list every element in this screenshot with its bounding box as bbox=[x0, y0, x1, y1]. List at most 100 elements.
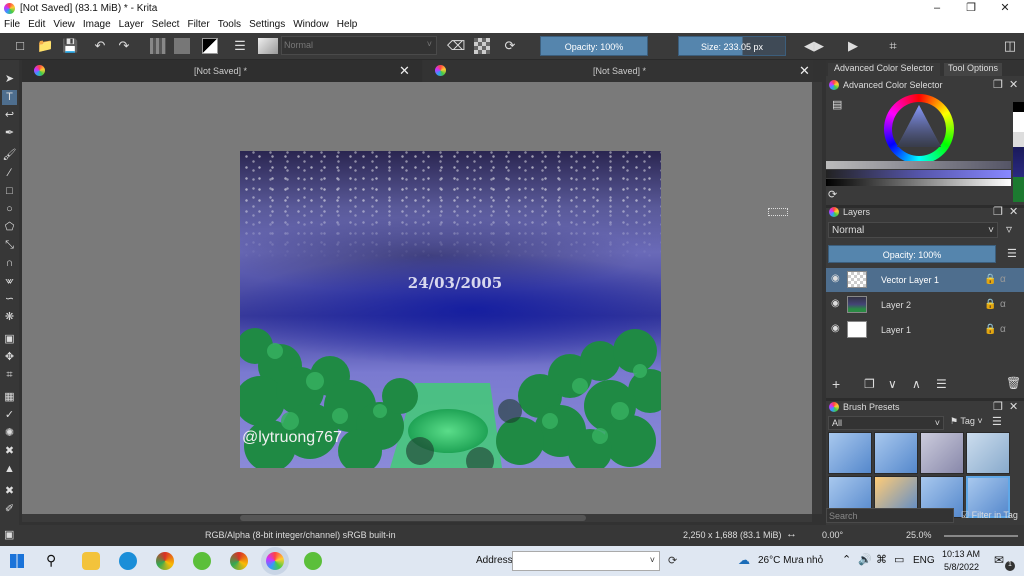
address-input[interactable]: ˅ bbox=[512, 551, 660, 571]
text-tool-icon[interactable]: T bbox=[2, 90, 17, 105]
rectangle-tool-icon[interactable]: □ bbox=[2, 184, 17, 199]
file-explorer-icon[interactable] bbox=[82, 552, 100, 570]
language-indicator[interactable]: ENG bbox=[913, 555, 935, 566]
brush-preset-4[interactable] bbox=[966, 432, 1010, 474]
zoom-value[interactable]: 25.0% bbox=[906, 530, 932, 540]
color-picker-tool-icon[interactable]: ✓ bbox=[2, 408, 17, 423]
dock-layout-icon[interactable]: ◫ bbox=[1002, 38, 1018, 54]
add-layer-icon[interactable]: + bbox=[832, 376, 840, 392]
close-panel-icon[interactable]: ✕ bbox=[1009, 78, 1018, 91]
filter-in-tag-checkbox[interactable]: ☑ Filter in Tag bbox=[961, 510, 1018, 521]
delete-layer-icon[interactable]: 🗑 bbox=[1006, 376, 1021, 390]
brush-tag-button[interactable]: ⚑ Tag ˅ bbox=[950, 416, 983, 427]
edit-shapes-tool-icon[interactable]: ↩ bbox=[2, 108, 17, 123]
brush-preset-1[interactable] bbox=[828, 432, 872, 474]
smart-patch-tool-icon[interactable]: ✺ bbox=[2, 426, 17, 441]
brush-view-menu-icon[interactable]: ☰ bbox=[992, 415, 1002, 428]
lock-icon[interactable]: 🔒 bbox=[984, 324, 996, 335]
alpha-inherit-icon[interactable]: α bbox=[1000, 299, 1006, 310]
close-tab-icon[interactable]: ✕ bbox=[399, 63, 410, 79]
duplicate-layer-icon[interactable]: ❐ bbox=[864, 377, 875, 391]
gradient-tool-icon[interactable]: ▦ bbox=[2, 390, 17, 405]
multibrush-tool-icon[interactable]: ❋ bbox=[2, 310, 17, 325]
alpha-inherit-icon[interactable]: α bbox=[1000, 324, 1006, 335]
undo-icon[interactable]: ↶ bbox=[92, 38, 108, 54]
move-layer-up-icon[interactable]: ∧ bbox=[912, 377, 921, 391]
freehand-path-tool-icon[interactable]: ⩖ bbox=[2, 274, 17, 289]
crop-tool-icon[interactable]: ⌗ bbox=[2, 368, 17, 383]
clock-time[interactable]: 10:13 AM bbox=[942, 549, 980, 559]
move-layer-down-icon[interactable]: ∨ bbox=[888, 377, 897, 391]
minimize-button[interactable]: – bbox=[920, 0, 954, 17]
bezier-tool-icon[interactable]: ∩ bbox=[2, 256, 17, 271]
layer-menu-icon[interactable]: ☰ bbox=[1007, 247, 1017, 260]
freehand-brush-tool-icon[interactable]: 🖌 bbox=[2, 148, 17, 163]
layer-row-layer-1[interactable]: ◉ Layer 1 🔒 α bbox=[826, 318, 1024, 342]
gradient-fill-icon[interactable] bbox=[150, 38, 166, 54]
crop-icon[interactable]: ⌗ bbox=[885, 38, 901, 54]
assistant-tool-icon[interactable]: ✖ bbox=[2, 444, 17, 459]
save-icon[interactable]: 💾 bbox=[62, 38, 78, 54]
menu-layer[interactable]: Layer bbox=[115, 17, 148, 30]
brush-preset-3[interactable] bbox=[920, 432, 964, 474]
menu-edit[interactable]: Edit bbox=[24, 17, 49, 30]
brush-settings-icon[interactable]: ☰ bbox=[232, 38, 248, 54]
polygon-tool-icon[interactable]: ⬠ bbox=[2, 220, 17, 235]
menu-file[interactable]: File bbox=[0, 17, 24, 30]
layer-row-vector-layer-1[interactable]: ◉ Vector Layer 1 🔒 α bbox=[826, 268, 1024, 292]
tab-advanced-color-selector[interactable]: Advanced Color Selector bbox=[828, 63, 940, 76]
document-tab-1[interactable]: [Not Saved] * ✕ bbox=[22, 60, 422, 82]
close-panel-icon[interactable]: ✕ bbox=[1009, 400, 1018, 413]
open-folder-icon[interactable]: 📁 bbox=[37, 38, 53, 54]
brush-preset-2[interactable] bbox=[874, 432, 918, 474]
rotation-value[interactable]: 0.00° bbox=[822, 530, 843, 540]
menu-filter[interactable]: Filter bbox=[183, 17, 213, 30]
artwork-canvas[interactable]: 24/03/2005 @lytruong767 bbox=[240, 151, 661, 468]
select-shapes-tool-icon[interactable]: ➤ bbox=[2, 72, 17, 87]
document-tab-2[interactable]: [Not Saved] * ✕ bbox=[423, 60, 813, 82]
eraser-icon[interactable]: ⌫ bbox=[447, 38, 465, 54]
ellipse-tool-icon[interactable]: ○ bbox=[2, 202, 17, 217]
menu-select[interactable]: Select bbox=[148, 17, 184, 30]
redo-icon[interactable]: ↷ bbox=[116, 38, 132, 54]
volume-icon[interactable]: 🔊 bbox=[858, 553, 872, 566]
menu-image[interactable]: Image bbox=[79, 17, 115, 30]
line-tool-icon[interactable]: ∕ bbox=[2, 166, 17, 181]
edge-browser-icon[interactable] bbox=[119, 552, 137, 570]
windows-start-icon[interactable] bbox=[10, 554, 24, 568]
brush-filter-select[interactable]: All ˅ bbox=[828, 416, 944, 430]
krita-taskbar-icon[interactable] bbox=[266, 552, 284, 570]
new-document-icon[interactable]: □ bbox=[12, 38, 28, 54]
float-panel-icon[interactable]: ❐ bbox=[993, 205, 1003, 218]
close-tab-icon[interactable]: ✕ bbox=[799, 63, 810, 79]
chrome-icon[interactable] bbox=[156, 552, 174, 570]
saturation-bar[interactable] bbox=[826, 161, 1011, 169]
layer-opacity-slider[interactable]: Opacity: 100% bbox=[828, 245, 996, 263]
transform-tool-icon[interactable]: ▣ bbox=[2, 332, 17, 347]
alpha-lock-icon[interactable] bbox=[474, 38, 490, 54]
hue-bar[interactable] bbox=[826, 170, 1011, 178]
maximize-button[interactable]: ❐ bbox=[954, 0, 988, 17]
freehand-selection-tool-icon[interactable]: ✐ bbox=[2, 502, 17, 517]
menu-window[interactable]: Window bbox=[289, 17, 333, 30]
menu-view[interactable]: View bbox=[49, 17, 79, 30]
clock-date[interactable]: 5/8/2022 bbox=[944, 562, 979, 572]
calligraphy-tool-icon[interactable]: ✒ bbox=[2, 126, 17, 141]
menu-help[interactable]: Help bbox=[333, 17, 362, 30]
menu-settings[interactable]: Settings bbox=[245, 17, 289, 30]
color-selector-settings-icon[interactable]: ▤ bbox=[832, 98, 842, 111]
layer-row-layer-2[interactable]: ◉ Layer 2 🔒 α bbox=[826, 293, 1024, 317]
rectangular-selection-tool-icon[interactable]: ✖ bbox=[2, 484, 17, 499]
search-icon[interactable]: ⚲ bbox=[46, 552, 56, 569]
app-icon[interactable] bbox=[193, 552, 211, 570]
close-window-button[interactable]: ✕ bbox=[988, 0, 1022, 17]
battery-icon[interactable]: ▭ bbox=[894, 553, 904, 566]
visibility-eye-icon[interactable]: ◉ bbox=[831, 323, 840, 334]
float-panel-icon[interactable]: ❐ bbox=[993, 400, 1003, 413]
brush-preset-icon[interactable] bbox=[258, 38, 278, 54]
layer-blend-mode-select[interactable]: Normal ˅ bbox=[828, 222, 998, 238]
reload-icon[interactable]: ⟳ bbox=[502, 38, 518, 54]
pattern-fill-icon[interactable] bbox=[174, 38, 190, 54]
alpha-inherit-icon[interactable]: α bbox=[1000, 274, 1006, 285]
fill-tool-icon[interactable]: ▲ bbox=[2, 462, 17, 477]
